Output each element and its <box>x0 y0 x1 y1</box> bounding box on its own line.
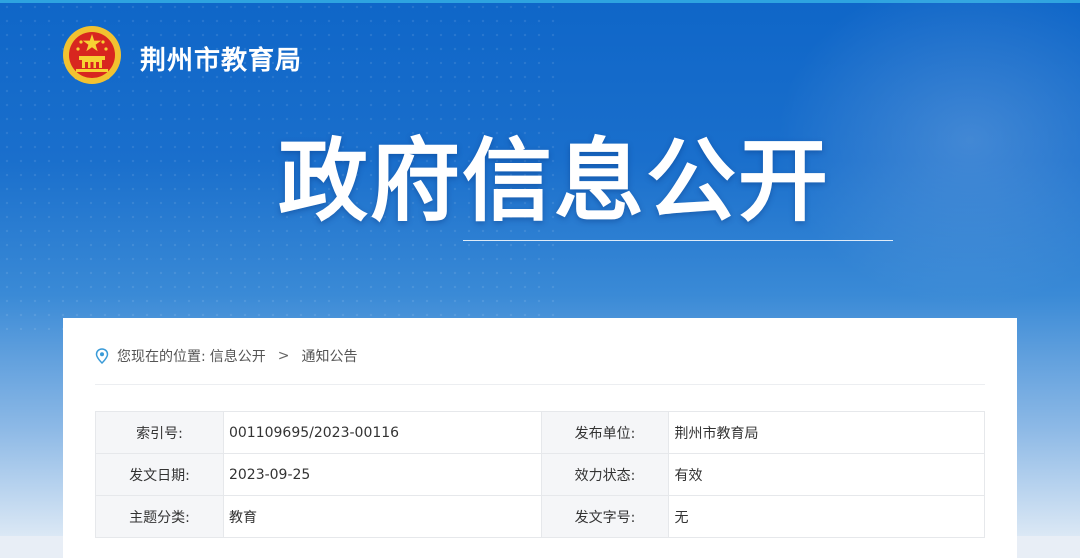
content-panel: 您现在的位置: 信息公开 > 通知公告 索引号: 001109695/2023-… <box>63 318 1017 558</box>
location-pin-icon <box>95 348 109 364</box>
meta-value-date: 2023-09-25 <box>222 453 542 496</box>
meta-value-publisher: 荆州市教育局 <box>668 411 985 454</box>
meta-value-doc-number: 无 <box>668 495 985 538</box>
breadcrumb-item-info-disclosure[interactable]: 信息公开 <box>210 346 266 366</box>
meta-value-status: 有效 <box>668 453 985 496</box>
meta-value-index: 001109695/2023-00116 <box>222 411 542 454</box>
meta-value-category: 教育 <box>222 495 542 538</box>
national-emblem-icon[interactable] <box>62 25 122 85</box>
meta-label-index: 索引号: <box>95 411 224 454</box>
divider <box>95 384 985 385</box>
breadcrumb-separator: > <box>277 348 290 364</box>
document-meta-table: 索引号: 001109695/2023-00116 发布单位: 荆州市教育局 发… <box>95 411 985 538</box>
table-row: 主题分类: 教育 发文字号: 无 <box>95 495 985 538</box>
meta-label-publisher: 发布单位: <box>540 411 670 454</box>
breadcrumb: 您现在的位置: 信息公开 > 通知公告 <box>95 346 357 366</box>
title-underline <box>463 240 893 241</box>
meta-label-doc-number: 发文字号: <box>540 495 670 538</box>
breadcrumb-prefix: 您现在的位置: <box>117 349 206 365</box>
site-title[interactable]: 荆州市教育局 <box>140 40 302 77</box>
meta-label-date: 发文日期: <box>95 453 224 496</box>
meta-label-category: 主题分类: <box>95 495 224 538</box>
page-main-title: 政府信息公开 <box>278 129 830 234</box>
table-row: 发文日期: 2023-09-25 效力状态: 有效 <box>95 453 985 496</box>
breadcrumb-item-notices[interactable]: 通知公告 <box>301 346 357 366</box>
table-row: 索引号: 001109695/2023-00116 发布单位: 荆州市教育局 <box>95 411 985 454</box>
meta-label-status: 效力状态: <box>540 453 670 496</box>
